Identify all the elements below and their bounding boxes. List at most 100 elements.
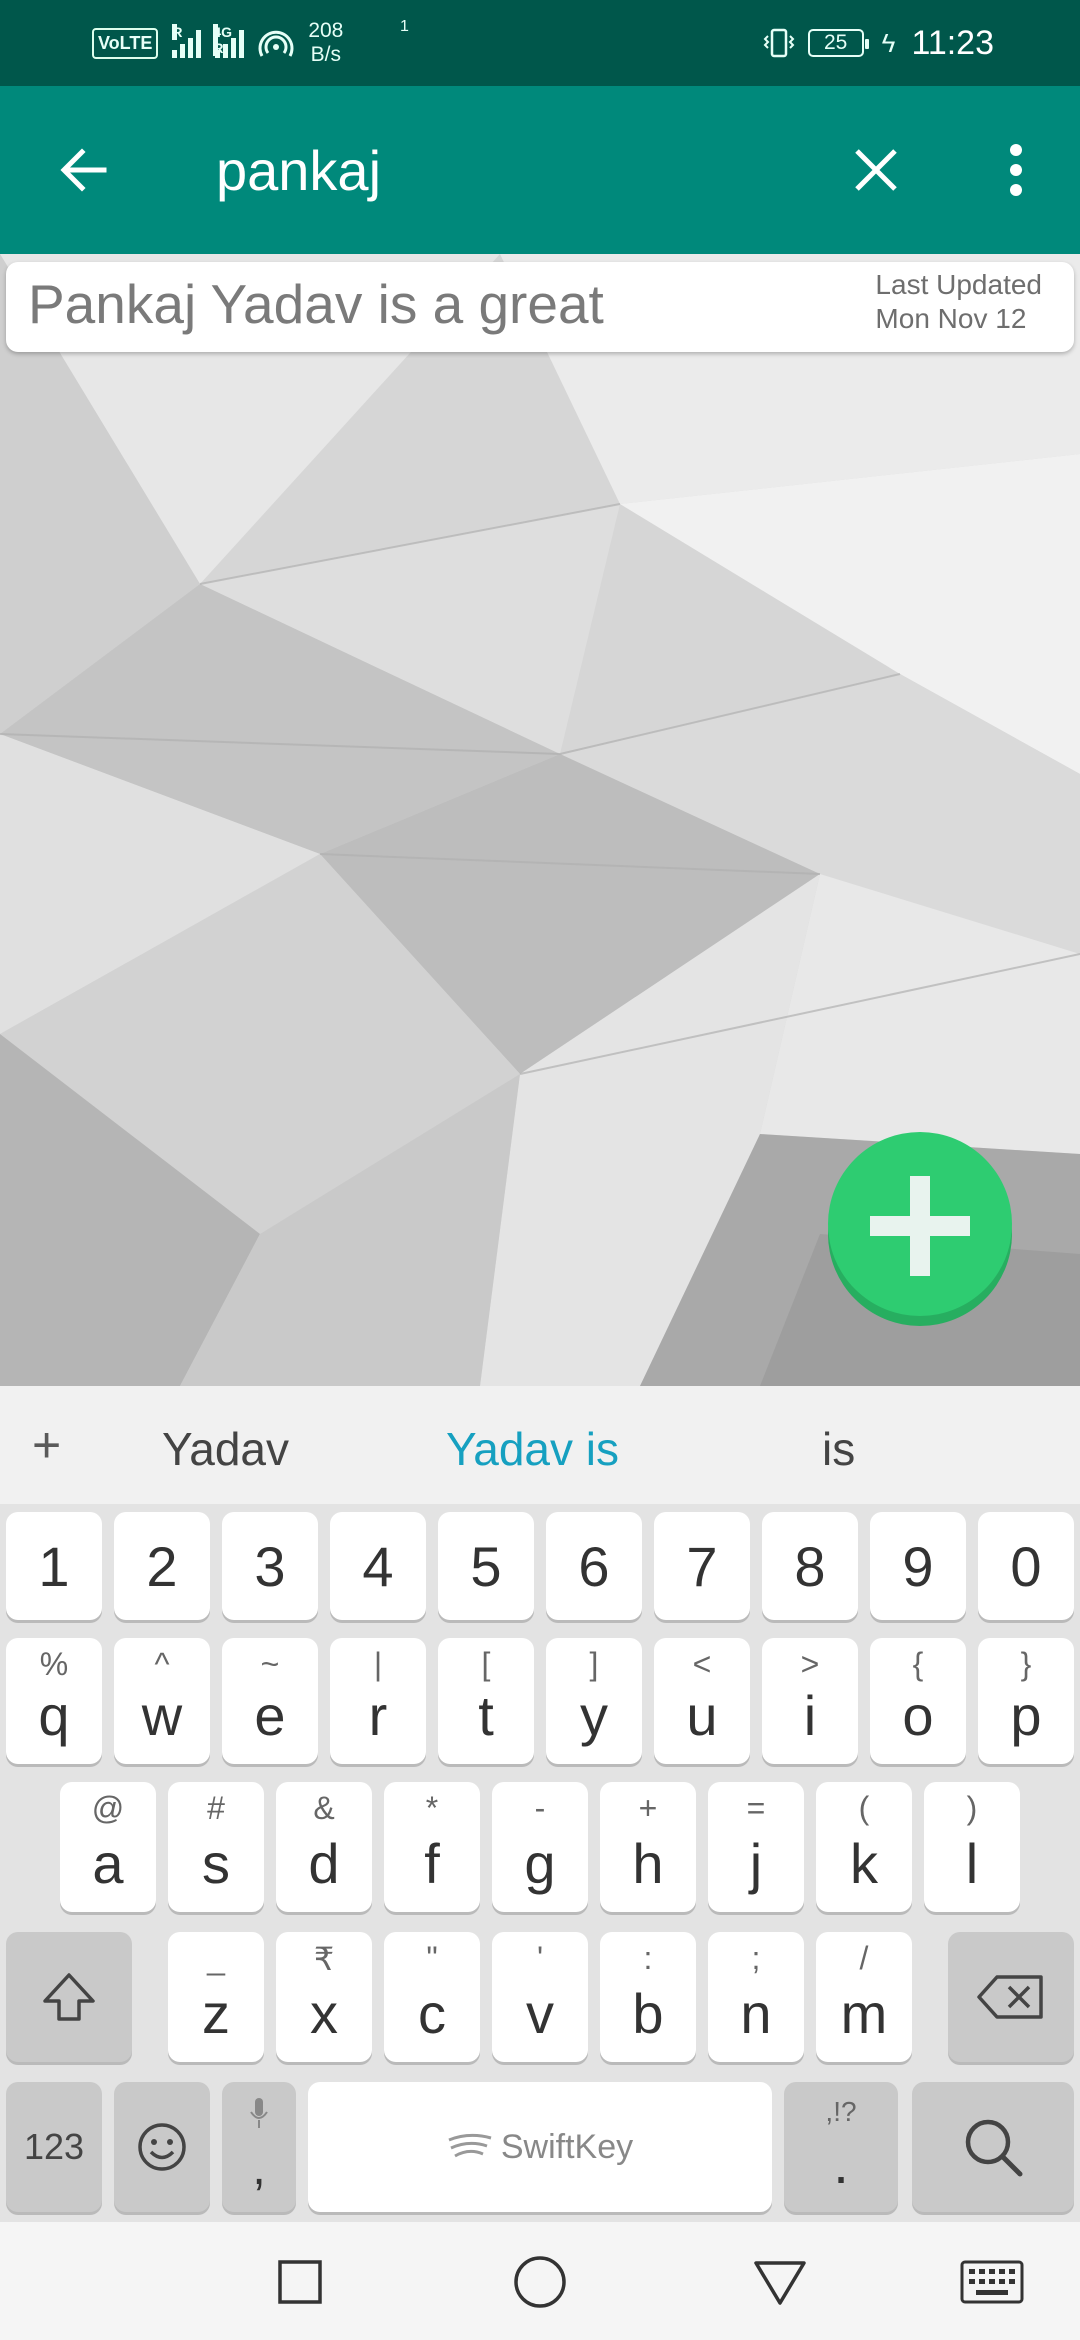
suggestion-bar: + Yadav Yadav is is <box>0 1386 1080 1504</box>
key-r[interactable]: | r <box>330 1638 426 1764</box>
navigation-bar <box>0 2222 1080 2340</box>
app-bar: pankaj <box>0 86 1080 254</box>
key-x[interactable]: ₹ x <box>276 1932 372 2062</box>
close-icon <box>855 149 897 191</box>
swiftkey-label: SwiftKey <box>500 2127 634 2166</box>
circle-icon <box>514 2256 566 2308</box>
note-title: Pankaj Yadav is a great <box>28 273 604 335</box>
signal-tag: R <box>172 24 183 40</box>
status-left: VoLTE R 4G R 1 208 B/s <box>92 0 409 86</box>
signal-strength-icon: R <box>172 24 202 58</box>
battery-level: 25 <box>823 31 848 54</box>
key-w[interactable]: ^ w <box>114 1638 210 1764</box>
triangle-back-icon <box>754 2261 806 2305</box>
key-3[interactable]: 3 <box>222 1512 318 1620</box>
suggestion-3[interactable]: is <box>822 1422 855 1476</box>
key-a[interactable]: @ a <box>60 1782 156 1912</box>
clock: 11:23 <box>911 23 994 62</box>
comma-key[interactable]: , <box>222 2082 296 2212</box>
key-c[interactable]: " c <box>384 1932 480 2062</box>
key-7[interactable]: 7 <box>654 1512 750 1620</box>
keyboard-switch-button[interactable] <box>956 2250 1028 2314</box>
key-y[interactable]: ] y <box>546 1638 642 1764</box>
backspace-key[interactable] <box>948 1932 1074 2062</box>
status-right: 25 ϟ 11:23 <box>762 0 994 86</box>
key-g[interactable]: -g <box>492 1782 588 1912</box>
key-8[interactable]: 8 <box>762 1512 858 1620</box>
key-n[interactable]: ; n <box>708 1932 804 2062</box>
key-f[interactable]: * f <box>384 1782 480 1912</box>
microphone-icon <box>250 2098 268 2128</box>
key-v[interactable]: ' v <box>492 1932 588 2062</box>
key-j[interactable]: = j <box>708 1782 804 1912</box>
search-key[interactable] <box>912 2082 1074 2212</box>
key-9[interactable]: 9 <box>870 1512 966 1620</box>
clear-search-button[interactable] <box>836 130 916 210</box>
period-key[interactable]: ,!? . <box>784 2082 898 2212</box>
numbers-key-label: 123 <box>23 2126 85 2167</box>
shift-icon <box>43 1973 95 2021</box>
note-card[interactable]: Pankaj Yadav is a great Last Updated Mon… <box>6 262 1074 352</box>
swiftkey-keyboard: + Yadav Yadav is is 1 2 3 4 5 6 7 8 9 0 … <box>0 1386 1080 2222</box>
key-l[interactable]: ) l <box>924 1782 1020 1912</box>
back-nav-button[interactable] <box>748 2250 812 2314</box>
signal-tag-4g: 4G R <box>213 24 233 56</box>
key-0[interactable]: 0 <box>978 1512 1074 1620</box>
speed-unit: B/s <box>310 43 342 66</box>
vibrate-icon <box>763 28 795 58</box>
overflow-menu-button[interactable] <box>976 130 1056 210</box>
shift-key[interactable] <box>6 1932 132 2062</box>
toolbar-expand-button[interactable]: + <box>32 1416 61 1474</box>
key-i[interactable]: > i <box>762 1638 858 1764</box>
emoji-key[interactable] <box>114 2082 210 2212</box>
key-5[interactable]: 5 <box>438 1512 534 1620</box>
key-k[interactable]: (k <box>816 1782 912 1912</box>
key-t[interactable]: [t <box>438 1638 534 1764</box>
back-button[interactable] <box>44 130 124 210</box>
back-arrow-icon <box>60 148 107 192</box>
key-u[interactable]: < u <box>654 1638 750 1764</box>
home-button[interactable] <box>508 2250 572 2314</box>
volte-indicator: VoLTE <box>92 27 159 59</box>
key-q[interactable]: % q <box>6 1638 102 1764</box>
network-speed: 208 B/s <box>308 19 343 67</box>
keyboard-icon <box>960 2260 1024 2304</box>
key-o[interactable]: {o <box>870 1638 966 1764</box>
space-key[interactable]: SwiftKey <box>308 2082 772 2212</box>
key-e[interactable]: ~ e <box>222 1638 318 1764</box>
last-updated-label: Last Updated <box>875 269 1042 300</box>
search-input[interactable]: pankaj <box>216 138 381 204</box>
add-note-button[interactable] <box>826 1130 1014 1326</box>
key-4[interactable]: 4 <box>330 1512 426 1620</box>
numbers-key[interactable]: 123 <box>6 2082 102 2212</box>
backspace-icon <box>977 1975 1043 2019</box>
key-6[interactable]: 6 <box>546 1512 642 1620</box>
key-d[interactable]: & d <box>276 1782 372 1912</box>
suggestion-1[interactable]: Yadav <box>162 1422 289 1476</box>
key-2[interactable]: 2 <box>114 1512 210 1620</box>
charging-icon: ϟ <box>881 27 896 58</box>
recents-button[interactable] <box>268 2250 332 2314</box>
key-b[interactable]: :b <box>600 1932 696 2062</box>
key-m[interactable]: / m <box>816 1932 912 2062</box>
note-last-updated: Last Updated Mon Nov 12 <box>875 268 1042 336</box>
comma-label: , <box>252 2142 266 2195</box>
key-s[interactable]: # s <box>168 1782 264 1912</box>
hotspot-count: 1 <box>400 18 409 35</box>
square-icon <box>278 2260 322 2304</box>
wifi-hotspot-icon <box>258 30 294 57</box>
status-bar: VoLTE R 4G R 1 208 B/s 25 ϟ 11:23 <box>0 0 1080 86</box>
key-1[interactable]: 1 <box>6 1512 102 1620</box>
speed-value: 208 <box>308 19 344 42</box>
notes-list: Pankaj Yadav is a great Last Updated Mon… <box>0 254 1080 1386</box>
emoji-icon <box>138 2123 186 2171</box>
period-label: . <box>833 2132 849 2195</box>
more-vert-icon <box>1010 144 1022 196</box>
search-icon <box>965 2119 1023 2177</box>
swiftkey-logo-icon <box>448 2133 492 2158</box>
suggestion-2[interactable]: Yadav is <box>446 1422 619 1476</box>
punctuation-label: ,!? <box>825 2096 857 2127</box>
key-h[interactable]: + h <box>600 1782 696 1912</box>
key-p[interactable]: } p <box>978 1638 1074 1764</box>
key-z[interactable]: _ z <box>168 1932 264 2062</box>
